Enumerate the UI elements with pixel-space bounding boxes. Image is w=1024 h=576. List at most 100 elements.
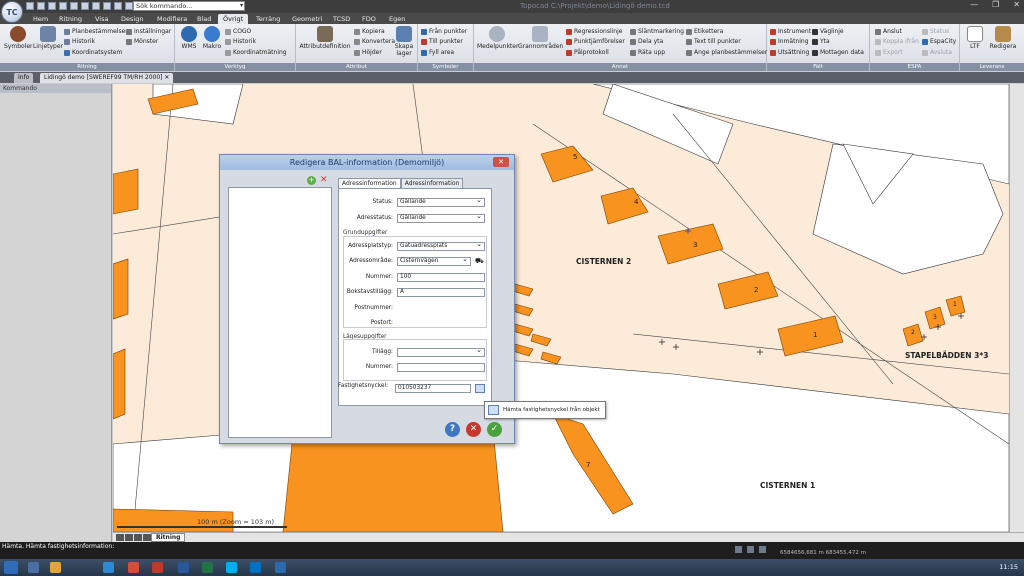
fetch-property-key-button[interactable]: [475, 384, 485, 393]
chrome-icon[interactable]: [128, 562, 139, 573]
export-button[interactable]: Export: [875, 49, 903, 56]
tab-ovrigt[interactable]: Övrigt: [218, 14, 249, 24]
hojder-button[interactable]: Höjder: [354, 49, 382, 56]
fran-punkter-button[interactable]: Från punkter: [421, 28, 467, 35]
bokstavstillagg-input[interactable]: A: [397, 287, 485, 297]
nummer2-input[interactable]: [397, 362, 485, 372]
last-icon[interactable]: [143, 534, 151, 541]
anslut-button[interactable]: Anslut: [875, 28, 902, 35]
start-button[interactable]: [4, 561, 18, 574]
planbestammelser-button[interactable]: Planbestämmelser: [64, 28, 128, 35]
new-icon[interactable]: [26, 2, 34, 10]
paste-icon[interactable]: [103, 2, 111, 10]
adressstatus-select[interactable]: Gällande: [397, 213, 485, 223]
tab-adressinformation-2[interactable]: Adressinformation: [400, 178, 464, 188]
car-icon[interactable]: ⛟: [475, 257, 484, 266]
wms-button[interactable]: WMS: [178, 26, 200, 50]
text-till-punkter-button[interactable]: Text till punkter: [686, 38, 741, 45]
koordinatsystem-button[interactable]: Koordinatsystem: [64, 49, 122, 56]
cancel-button[interactable]: ✕: [466, 422, 481, 437]
skapa-lager-button[interactable]: Skapa lager: [392, 26, 416, 57]
outlook-icon[interactable]: [250, 562, 261, 573]
tab-design[interactable]: Design: [121, 14, 143, 24]
koppla-fran-button[interactable]: Koppla ifrån: [875, 38, 919, 45]
punktjamforelser-button[interactable]: Punktjämförelser: [566, 38, 625, 45]
historik-ritning-button[interactable]: Historik: [64, 38, 95, 45]
adressomrade-select[interactable]: Cisternvägen: [397, 256, 471, 266]
yta-button[interactable]: Yta: [812, 38, 830, 45]
delete-icon[interactable]: ✕: [320, 175, 328, 185]
word-icon[interactable]: [178, 562, 189, 573]
attributdefinition-button[interactable]: Attributdefinition: [299, 26, 351, 50]
monster-button[interactable]: Mönster: [126, 38, 158, 45]
adressplatstyp-select[interactable]: Gatuadressplats: [397, 241, 485, 251]
rata-upp-button[interactable]: Räta upp: [630, 49, 665, 56]
grid-icon[interactable]: [747, 546, 754, 553]
fastighetsnyckel-input[interactable]: 010503237: [395, 384, 471, 393]
tab-adressinformation[interactable]: Adressinformation: [338, 178, 401, 188]
horizontal-scrollbar[interactable]: Ritning: [113, 532, 1024, 542]
ltf-button[interactable]: LTF: [964, 26, 986, 50]
close-icon[interactable]: ✕: [1013, 0, 1020, 9]
mottagen-data-button[interactable]: Mottagen data: [812, 49, 864, 56]
etikettera-button[interactable]: Etikettera: [686, 28, 723, 35]
chevron-down-icon[interactable]: ▾: [240, 2, 243, 10]
help-button[interactable]: ?: [445, 422, 460, 437]
vaglinje-button[interactable]: Väglinje: [812, 28, 844, 35]
close-icon[interactable]: ✕: [493, 157, 509, 167]
redigera-button[interactable]: Redigera: [988, 26, 1018, 50]
tab-ritning[interactable]: Ritning: [59, 14, 82, 24]
installningar-button[interactable]: Inställningar: [126, 28, 171, 35]
till-punkter-button[interactable]: Till punkter: [421, 38, 463, 45]
vertical-scrollbar[interactable]: [1009, 84, 1024, 532]
status-espa-button[interactable]: Status: [922, 28, 949, 35]
zoom-icon[interactable]: [125, 2, 133, 10]
pdf-icon[interactable]: [152, 562, 163, 573]
inmatning-button[interactable]: Inmätning: [770, 38, 809, 45]
koordinatmatning-button[interactable]: Koordinatmätning: [225, 49, 287, 56]
dela-yta-button[interactable]: Dela yta: [630, 38, 663, 45]
layout-tab-ritning[interactable]: Ritning: [151, 533, 186, 542]
excel-icon[interactable]: [202, 562, 213, 573]
tab-modifiera[interactable]: Modifiera: [157, 14, 187, 24]
grannomraden-button[interactable]: Grannområden: [518, 26, 563, 50]
ange-planbestammelser-button[interactable]: Ange planbestämmelser: [686, 49, 767, 56]
minimize-icon[interactable]: —: [970, 0, 978, 9]
tab-terrang[interactable]: Terräng: [256, 14, 280, 24]
address-list[interactable]: [228, 187, 332, 438]
espacity-button[interactable]: EspaCity: [922, 38, 956, 45]
skype-icon[interactable]: [226, 562, 237, 573]
folder-icon[interactable]: [50, 562, 61, 573]
symboler-button[interactable]: Symboler: [4, 26, 33, 50]
tab-info[interactable]: Info: [14, 73, 34, 83]
print-icon[interactable]: [59, 2, 67, 10]
regressionslinje-button[interactable]: Regressionslinje: [566, 28, 622, 35]
slantmarkering-button[interactable]: Släntmarkering: [630, 28, 684, 35]
medelpunkter-button[interactable]: Medelpunkter: [477, 26, 518, 50]
first-icon[interactable]: [116, 534, 124, 541]
avsluta-button[interactable]: Avsluta: [922, 49, 952, 56]
add-icon[interactable]: +: [307, 176, 316, 185]
tab-geometri[interactable]: Geometri: [292, 14, 322, 24]
next-icon[interactable]: [134, 534, 142, 541]
tab-fdo[interactable]: FDO: [362, 14, 376, 24]
tab-egen[interactable]: Egen: [389, 14, 405, 24]
close-icon[interactable]: ✕: [164, 74, 169, 81]
linjetyper-button[interactable]: Linjetyper: [32, 26, 64, 50]
browser-icon[interactable]: [103, 562, 114, 573]
copy-icon[interactable]: [92, 2, 100, 10]
makro-button[interactable]: Makro: [201, 26, 223, 50]
command-search-input[interactable]: Sök kommando... ▾: [133, 1, 245, 11]
tab-tcsd[interactable]: TCSD: [333, 14, 350, 24]
konvertera-button[interactable]: Konvertera: [354, 38, 395, 45]
ok-button[interactable]: ✓: [487, 422, 502, 437]
palprotokoll-button[interactable]: Pålprotokoll: [566, 49, 609, 56]
tab-lidingo-demo[interactable]: Lidingö demo [SWEREF99 TM/RH 2000] ✕: [40, 73, 174, 83]
undo-icon[interactable]: [70, 2, 78, 10]
save-icon[interactable]: [48, 2, 56, 10]
kopiera-button[interactable]: Kopiera: [354, 28, 385, 35]
prev-icon[interactable]: [125, 534, 133, 541]
tillagg-select[interactable]: [397, 347, 485, 357]
fyll-area-button[interactable]: Fyll area: [421, 49, 454, 56]
redo-icon[interactable]: [81, 2, 89, 10]
